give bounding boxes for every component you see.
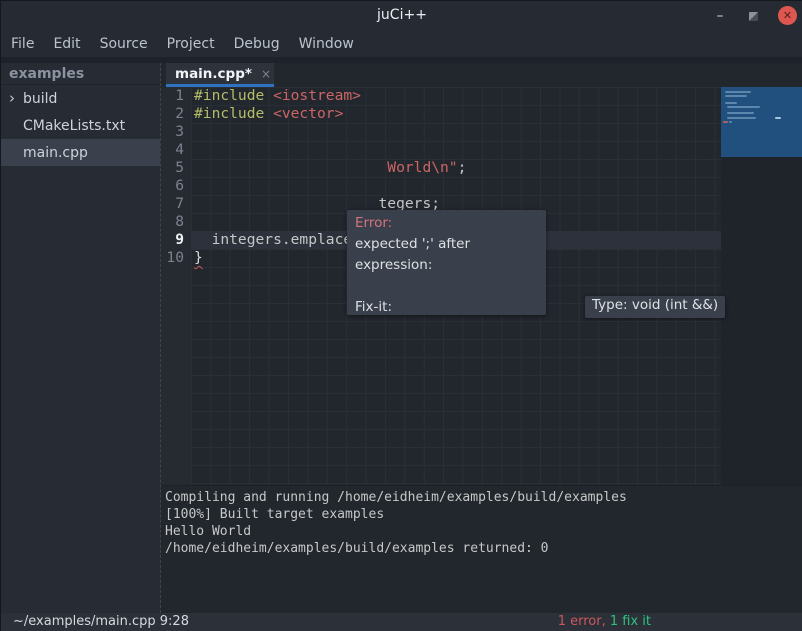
code-segment: World\n" (387, 159, 457, 176)
line-number: 10 (161, 249, 184, 267)
code-editor[interactable]: 12345678910 #include <iostream>#include … (161, 87, 802, 485)
restore-icon (749, 12, 758, 21)
code-segment: <vector> (273, 105, 343, 122)
file-tree: › build CMakeLists.txt main.cpp (1, 85, 160, 166)
app-window: juCi++ – ✕ File Edit Source Project Debug Win… (0, 0, 802, 630)
overview-minimap[interactable] (721, 87, 802, 485)
minimap-code-line (725, 95, 747, 97)
build-output-panel[interactable]: Compiling and running /home/eidheim/exam… (161, 485, 802, 613)
menu-item-project[interactable]: Project (167, 36, 215, 52)
line-number: 1 (161, 87, 184, 105)
close-button[interactable]: ✕ (778, 6, 797, 25)
code-line-3 (194, 123, 466, 141)
status-file-path: ~/examples/main.cpp 9:28 (13, 614, 189, 629)
tree-item-main-cpp[interactable]: main.cpp (1, 139, 160, 166)
tree-item-label: build (23, 91, 57, 107)
code-segment: ; (458, 159, 467, 176)
code-segment: #include (194, 87, 273, 104)
tooltip-fixit-title: Fix-it: (355, 297, 538, 315)
code-segment (194, 159, 387, 176)
menu-item-window[interactable]: Window (299, 36, 354, 52)
menu-item-edit[interactable]: Edit (53, 36, 80, 52)
menu-item-source[interactable]: Source (100, 36, 148, 52)
tree-item-cmakelists-txt[interactable]: CMakeLists.txt (1, 112, 160, 139)
code-segment: <iostream> (273, 87, 361, 104)
build-output-text: Compiling and running /home/eidheim/exam… (161, 486, 802, 557)
chevron-right-icon[interactable]: › (9, 89, 15, 107)
minimize-button[interactable]: – (711, 7, 729, 25)
minimap-code-line (727, 117, 756, 119)
tooltip-error-message: expected ';' after expression: (355, 234, 538, 276)
minimap-code-line (723, 121, 728, 123)
code-line-4 (194, 141, 466, 159)
code-line-1: #include <iostream> (194, 87, 466, 105)
minimap-code-line (725, 102, 737, 104)
line-number: 3 (161, 123, 184, 141)
menu-bar: File Edit Source Project Debug Window (1, 31, 802, 57)
line-number: 9 (161, 231, 184, 249)
tree-item-label: main.cpp (23, 145, 88, 161)
status-fixit-count: 1 fix it (606, 614, 651, 629)
code-line-2: #include <vector> (194, 105, 466, 123)
code-segment: #include (194, 105, 273, 122)
type-tooltip: Type: void (int &&) (585, 296, 725, 318)
file-tree-panel: examples › build CMakeLists.txt main.cpp (1, 63, 161, 613)
window-title: juCi++ (1, 7, 802, 23)
line-number: 7 (161, 195, 184, 213)
title-bar[interactable]: juCi++ – ✕ (1, 1, 802, 31)
tooltip-spacer (355, 276, 538, 297)
minimap-code-line (775, 117, 781, 119)
menu-item-file[interactable]: File (11, 36, 34, 52)
code-line-6 (194, 177, 466, 195)
minimap-code-line (727, 106, 760, 108)
restore-button[interactable] (744, 7, 762, 25)
line-number-gutter: 12345678910 (161, 87, 191, 485)
tree-item-build[interactable]: › build (1, 85, 160, 112)
tab-main-cpp[interactable]: main.cpp* × (166, 63, 274, 87)
tab-label: main.cpp* (175, 66, 252, 82)
tab-close-icon[interactable]: × (261, 67, 271, 81)
status-error-count: 1 error, (558, 614, 606, 629)
line-number: 4 (161, 141, 184, 159)
code-segment: } (194, 249, 203, 266)
minimap-code-line (725, 91, 751, 93)
minimap-code-line (727, 112, 754, 114)
status-bar: ~/examples/main.cpp 9:28 1 error, 1 fix … (1, 613, 802, 631)
code-line-5: World\n"; (194, 159, 466, 177)
status-diagnostics: 1 error, 1 fix it (558, 614, 651, 629)
tree-item-label: CMakeLists.txt (23, 118, 125, 134)
menu-item-debug[interactable]: Debug (234, 36, 280, 52)
minimap-code-line (729, 121, 732, 123)
line-number: 6 (161, 177, 184, 195)
minimap-viewport[interactable] (721, 87, 802, 157)
line-number: 2 (161, 105, 184, 123)
line-number: 5 (161, 159, 184, 177)
line-number: 8 (161, 213, 184, 231)
error-tooltip: Error: expected ';' after expression: Fi… (347, 210, 546, 315)
tab-bar: main.cpp* × (161, 63, 802, 87)
project-name-header: examples (1, 63, 160, 85)
tooltip-error-title: Error: (355, 213, 538, 234)
